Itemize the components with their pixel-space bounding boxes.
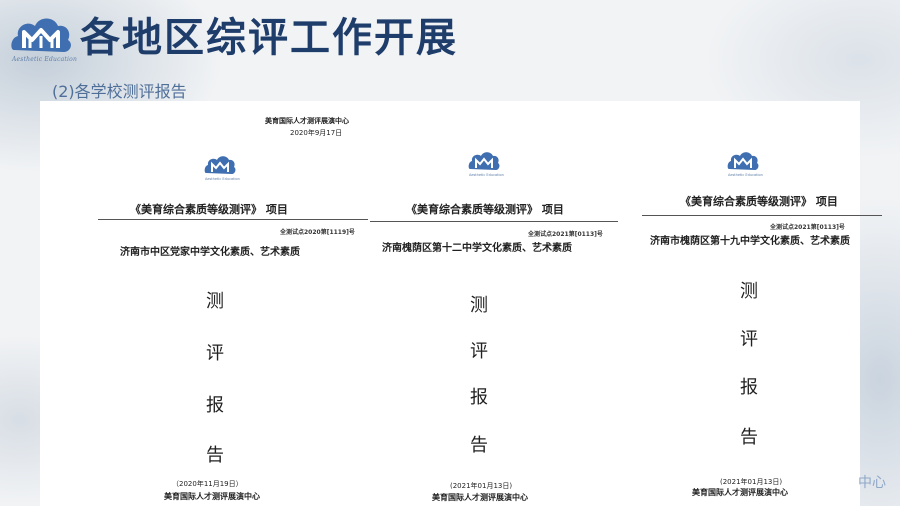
report-char-1: 测 [470,295,488,316]
report-issuer: 美育国际人才测评展演中心 [432,493,528,502]
report-logo-icon [727,152,759,170]
report-char-4: 告 [206,445,224,466]
report-logo-caption: Aesthetic Education [205,177,240,181]
report-serial: 全测试点2020第[1119]号 [280,229,355,236]
page-title: 各地区综评工作开展 [80,15,458,61]
report-top-date: 2020年9月17日 [290,129,343,137]
page-subtitle: (2)各学校测评报告 [52,82,187,101]
report-logo-icon [204,156,236,174]
report-project: 《美育综合素质等级测评》 项目 [680,195,838,208]
report-date: (2021年01月13日) [450,482,513,490]
report-top-org: 美育国际人才测评展演中心 [265,117,349,125]
report-char-1: 测 [206,291,224,312]
report-issuer: 美育国际人才测评展演中心 [692,488,788,497]
report-logo-caption: Aesthetic Education [469,173,504,177]
report-project: 《美育综合素质等级测评》 项目 [130,203,288,216]
report-rule [370,221,618,222]
report-project: 《美育综合素质等级测评》 项目 [406,203,564,216]
report-date: （2020年11月19日） [172,480,243,488]
report-logo-caption: Aesthetic Education [728,173,763,177]
report-rule [642,215,882,216]
logo-caption: Aesthetic Education [12,56,78,63]
report-logo-icon [468,152,500,170]
report-date: (2021年01月13日) [720,478,783,486]
report-serial: 全测试点2021第[0113]号 [528,231,603,238]
report-char-3: 报 [740,377,758,398]
report-char-4: 告 [470,435,488,456]
report-school: 济南市槐荫区第十九中学文化素质、艺术素质 [650,236,850,247]
report-char-2: 评 [206,343,224,364]
report-char-1: 测 [740,281,758,302]
report-school: 济南槐荫区第十二中学文化素质、艺术素质 [382,243,572,254]
corner-text: 中心 [858,475,886,491]
report-char-2: 评 [740,329,758,350]
report-char-3: 报 [206,395,224,416]
report-char-3: 报 [470,387,488,408]
report-issuer: 美育国际人才测评展演中心 [164,492,260,501]
report-school: 济南市中区党家中学文化素质、艺术素质 [120,247,300,258]
report-rule [98,219,368,220]
report-cover-3: Aesthetic Education 《美育综合素质等级测评》 项目 全测试点… [640,101,900,506]
report-char-2: 评 [470,341,488,362]
report-cover-1: 美育国际人才测评展演中心 2020年9月17日 Aesthetic Educat… [80,101,380,506]
report-cover-2: Aesthetic Education 《美育综合素质等级测评》 项目 全测试点… [370,101,630,506]
reports-panel: 美育国际人才测评展演中心 2020年9月17日 Aesthetic Educat… [40,101,882,506]
report-char-4: 告 [740,427,758,448]
report-serial: 全测试点2021第[0113]号 [770,224,845,231]
